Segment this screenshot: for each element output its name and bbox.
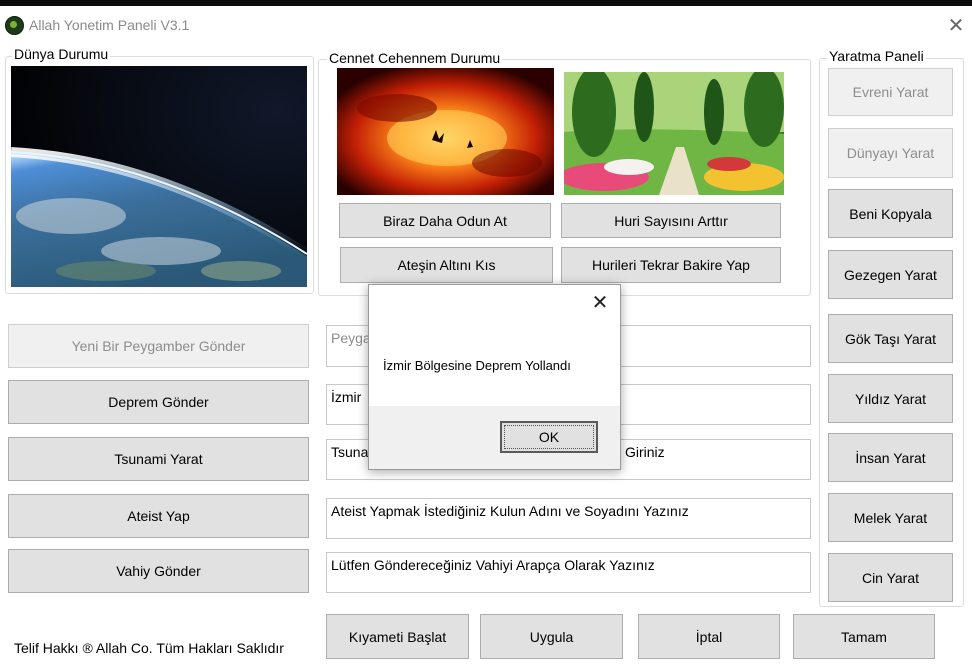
creation-panel-legend: Yaratma Paneli (827, 48, 926, 64)
create-angel-button[interactable]: Melek Yarat (828, 493, 953, 542)
add-wood-button[interactable]: Biraz Daha Odun At (339, 203, 551, 238)
create-human-button[interactable]: İnsan Yarat (828, 433, 953, 482)
ok-button[interactable]: Tamam (793, 614, 935, 659)
lower-fire-button[interactable]: Ateşin Altını Kıs (340, 247, 553, 283)
atheist-name-field[interactable]: Ateist Yapmak İstediğiniz Kulun Adını ve… (326, 498, 811, 539)
send-earthquake-button[interactable]: Deprem Gönder (8, 380, 309, 424)
dialog-close-icon[interactable]: ✕ (588, 291, 612, 315)
earth-from-space-image (11, 66, 307, 287)
window-title: Allah Yonetim Paneli V3.1 (29, 17, 190, 33)
dialog-footer: OK (369, 406, 620, 469)
create-jinn-button[interactable]: Cin Yarat (828, 553, 953, 602)
restore-houris-button[interactable]: Hurileri Tekrar Bakire Yap (561, 247, 781, 283)
cancel-button[interactable]: İptal (638, 614, 780, 659)
create-planet-button[interactable]: Gezegen Yarat (828, 250, 953, 299)
heaven-hell-legend: Cennet Cehennem Durumu (327, 50, 503, 66)
window-close-icon[interactable]: ✕ (944, 14, 968, 38)
app-logo-icon (5, 16, 24, 35)
copy-me-button[interactable]: Beni Kopyala (828, 189, 953, 238)
make-atheist-button[interactable]: Ateist Yap (8, 494, 309, 538)
send-prophet-button[interactable]: Yeni Bir Peygamber Gönder (8, 324, 309, 368)
copyright-label: Telif Hakkı ® Allah Co. Tüm Hakları Sakl… (14, 640, 284, 656)
send-revelation-button[interactable]: Vahiy Gönder (8, 549, 309, 593)
tsunami-field-text-right: Giriniz (625, 444, 665, 460)
create-tsunami-button[interactable]: Tsunami Yarat (8, 437, 309, 481)
message-dialog: ✕ İzmir Bölgesine Deprem Yollandı OK (368, 284, 621, 470)
world-status-legend: Dünya Durumu (12, 46, 111, 62)
heaven-garden-image (564, 72, 784, 195)
create-meteor-button[interactable]: Gök Taşı Yarat (828, 314, 953, 363)
create-world-button[interactable]: Dünyayı Yarat (828, 128, 953, 178)
tsunami-field-text-left: Tsuna (331, 444, 369, 460)
hell-fire-image (337, 68, 554, 195)
title-bar: Allah Yonetim Paneli V3.1 ✕ (0, 6, 972, 44)
create-universe-button[interactable]: Evreni Yarat (828, 68, 953, 116)
start-doomsday-button[interactable]: Kıyameti Başlat (326, 614, 469, 659)
create-star-button[interactable]: Yıldız Yarat (828, 374, 953, 423)
increase-houris-button[interactable]: Huri Sayısını Arttır (561, 203, 781, 238)
apply-button[interactable]: Uygula (480, 614, 623, 659)
dialog-ok-button[interactable]: OK (500, 421, 598, 453)
revelation-field[interactable]: Lütfen Göndereceğiniz Vahiyi Arapça Olar… (326, 552, 811, 593)
dialog-message: İzmir Bölgesine Deprem Yollandı (383, 358, 571, 373)
